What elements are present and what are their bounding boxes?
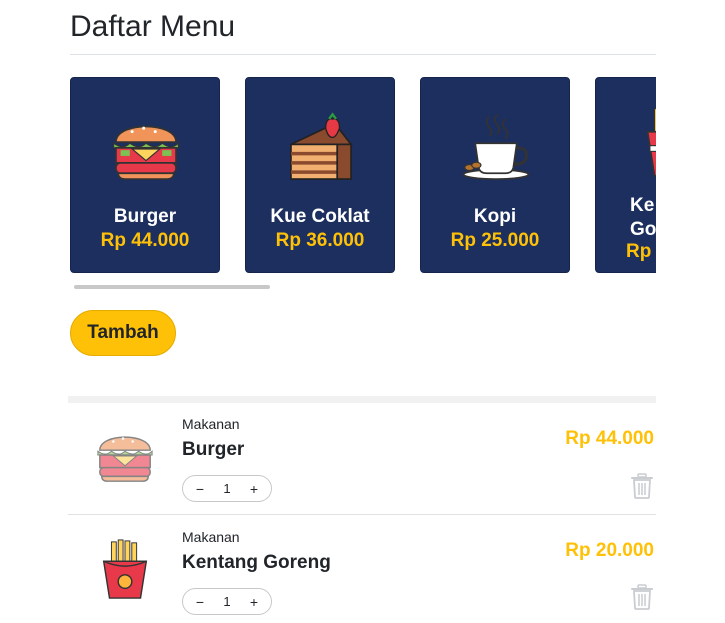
menu-card-price: Rp xyxy=(626,241,652,262)
menu-carousel[interactable]: Burger Rp 44.000 Kue Coklat Rp 36.000 Ko… xyxy=(70,77,656,287)
menu-card-price: Rp 44.000 xyxy=(100,230,190,251)
menu-card-kopi[interactable]: Kopi Rp 25.000 xyxy=(420,77,570,273)
menu-card-name: Kopi xyxy=(473,206,517,227)
increment-button[interactable]: + xyxy=(247,481,261,497)
fries-icon xyxy=(646,108,656,177)
decrement-button[interactable]: − xyxy=(193,481,207,497)
cart-item: Makanan Burger − 1 + Rp 44.000 xyxy=(68,403,656,515)
page-title: Daftar Menu xyxy=(70,10,236,43)
quantity-stepper: − 1 + xyxy=(182,588,272,615)
carousel-scrollbar[interactable] xyxy=(74,285,270,289)
menu-card-price: Rp 25.000 xyxy=(450,230,540,251)
cart-item-price: Rp 20.000 xyxy=(565,540,654,561)
menu-card-burger[interactable]: Burger Rp 44.000 xyxy=(70,77,220,273)
menu-card-name: Kue Coklat xyxy=(270,206,370,227)
increment-button[interactable]: + xyxy=(247,594,261,610)
burger-icon xyxy=(97,436,153,482)
menu-card-name: Ke Go xyxy=(630,195,656,240)
decrement-button[interactable]: − xyxy=(193,594,207,610)
quantity-stepper: − 1 + xyxy=(182,475,272,502)
menu-card-price: Rp 36.000 xyxy=(275,230,365,251)
cart-item: Makanan Kentang Goreng − 1 + Rp 20.000 xyxy=(68,516,656,623)
burger-icon xyxy=(113,125,179,180)
trash-icon[interactable] xyxy=(630,584,654,610)
cart-item-name: Burger xyxy=(182,439,245,460)
quantity-value[interactable]: 1 xyxy=(223,594,230,609)
menu-card-name: Burger xyxy=(113,206,177,227)
menu-track: Burger Rp 44.000 Kue Coklat Rp 36.000 Ko… xyxy=(70,77,656,273)
menu-card-kue-coklat[interactable]: Kue Coklat Rp 36.000 xyxy=(245,77,395,273)
quantity-value[interactable]: 1 xyxy=(223,481,230,496)
cart-item-price: Rp 44.000 xyxy=(565,428,654,449)
cart-item-category: Makanan xyxy=(182,529,240,545)
title-divider xyxy=(70,54,656,55)
cart-item-category: Makanan xyxy=(182,416,240,432)
cart-divider xyxy=(68,396,656,403)
fries-icon xyxy=(102,539,148,599)
cart-item-name: Kentang Goreng xyxy=(182,552,331,573)
add-button[interactable]: Tambah xyxy=(70,310,176,356)
trash-icon[interactable] xyxy=(630,473,654,499)
menu-card-kentang-goreng[interactable]: Ke Go Rp xyxy=(595,77,656,273)
chocolate-cake-icon xyxy=(290,112,353,180)
coffee-icon xyxy=(462,113,530,180)
